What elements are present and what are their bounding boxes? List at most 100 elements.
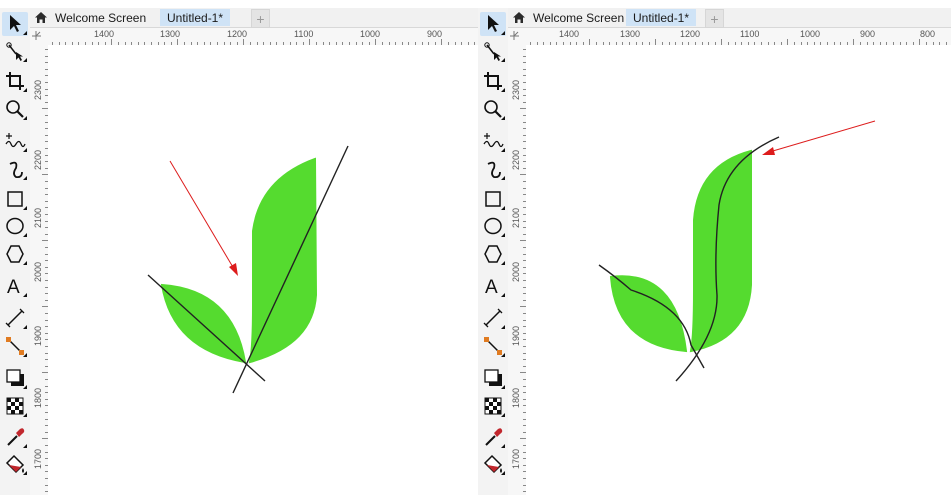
red-arrow xyxy=(169,160,238,275)
flyout-indicator-icon xyxy=(23,58,27,62)
flyout-indicator-icon xyxy=(23,233,27,237)
interactive-fill-button[interactable] xyxy=(2,452,28,476)
svg-text:A: A xyxy=(7,277,20,298)
transparency-button[interactable] xyxy=(480,394,506,418)
ruler-label: 1400 xyxy=(559,29,580,39)
connector-tool-button[interactable] xyxy=(2,334,28,358)
horizontal-ruler[interactable]: 1400 1300 1200 1100 1000 900 800 xyxy=(526,28,951,46)
ruler-label: 1300 xyxy=(160,29,181,39)
crop-tool-button[interactable] xyxy=(2,69,28,93)
ruler-label: 1700 xyxy=(511,448,521,469)
freehand-tool-button[interactable] xyxy=(480,129,506,153)
zoom-tool-button[interactable] xyxy=(2,97,28,121)
ruler-label: 1800 xyxy=(33,387,43,408)
flyout-indicator-icon xyxy=(501,88,505,92)
welcome-tab[interactable]: Welcome Screen xyxy=(30,9,150,26)
document-tab[interactable]: Untitled-1* xyxy=(160,9,231,26)
flyout-indicator-icon xyxy=(501,385,505,389)
short-leaf[interactable] xyxy=(160,283,247,364)
ruler-label: 2000 xyxy=(33,261,43,282)
welcome-tab[interactable]: Welcome Screen xyxy=(508,9,628,26)
ruler-origin[interactable] xyxy=(30,28,49,46)
flyout-indicator-icon xyxy=(23,31,27,35)
ruler-label: 900 xyxy=(860,29,876,39)
vertical-ruler[interactable]: 2300 2200 2100 2000 1900 1800 1700 xyxy=(508,45,527,495)
ruler-label: 2200 xyxy=(33,149,43,170)
ruler-label: 800 xyxy=(920,29,936,39)
document-tab[interactable]: Untitled-1* xyxy=(626,9,697,26)
flyout-indicator-icon xyxy=(501,58,505,62)
pick-tool-button[interactable] xyxy=(2,12,28,36)
flyout-indicator-icon xyxy=(501,233,505,237)
artistic-media-button[interactable] xyxy=(2,157,28,181)
ruler-label: 2300 xyxy=(511,79,521,100)
connector-tool-button[interactable] xyxy=(480,334,506,358)
ruler-label: 1000 xyxy=(360,29,381,39)
polygon-tool-button[interactable] xyxy=(2,242,28,266)
plus-icon: + xyxy=(256,10,265,27)
drop-shadow-button[interactable] xyxy=(480,366,506,390)
short-leaf-vein xyxy=(147,274,266,382)
flyout-indicator-icon xyxy=(23,471,27,475)
eyedropper-button[interactable] xyxy=(2,425,28,449)
parallel-dimension-button[interactable] xyxy=(480,306,506,330)
vertical-ruler[interactable]: 2300 2200 2100 2000 1900 1800 1700 xyxy=(30,45,49,495)
flyout-indicator-icon xyxy=(501,293,505,297)
flyout-indicator-icon xyxy=(23,261,27,265)
transparency-button[interactable] xyxy=(2,394,28,418)
red-arrow xyxy=(765,120,876,154)
left-window: A Welcome Screen Untitled-1* + 1400 1300 1… xyxy=(0,0,478,495)
ruler-label: 1900 xyxy=(33,325,43,346)
toolbox: A xyxy=(478,8,509,495)
zoom-tool-button[interactable] xyxy=(480,97,506,121)
flyout-indicator-icon xyxy=(23,385,27,389)
pick-tool-button[interactable] xyxy=(480,12,506,36)
ruler-label: 1200 xyxy=(680,29,701,39)
ruler-label: 2100 xyxy=(511,207,521,228)
ellipse-tool-button[interactable] xyxy=(480,214,506,238)
text-tool-button[interactable]: A xyxy=(2,274,28,298)
flyout-indicator-icon xyxy=(23,206,27,210)
home-icon xyxy=(35,12,47,23)
document-tab-bar: Welcome Screen Untitled-1* + xyxy=(30,8,478,28)
rectangle-tool-button[interactable] xyxy=(2,187,28,211)
drawing-canvas[interactable] xyxy=(526,45,951,495)
ruler-label: 2300 xyxy=(33,79,43,100)
add-tab-button[interactable]: + xyxy=(705,9,724,28)
flyout-indicator-icon xyxy=(23,176,27,180)
polygon-tool-button[interactable] xyxy=(480,242,506,266)
document-tab-label: Untitled-1* xyxy=(633,10,690,25)
ruler-origin[interactable] xyxy=(508,28,527,46)
shape-tool-button[interactable] xyxy=(2,39,28,63)
text-tool-button[interactable]: A xyxy=(480,274,506,298)
flyout-indicator-icon xyxy=(501,116,505,120)
horizontal-ruler[interactable]: 1400 1300 1200 1100 1000 900 xyxy=(48,28,478,46)
ruler-label: 1300 xyxy=(620,29,641,39)
right-window: A Welcome Screen Untitled-1* + 1400 1300 1… xyxy=(478,0,951,495)
artistic-media-button[interactable] xyxy=(480,157,506,181)
rectangle-tool-button[interactable] xyxy=(480,187,506,211)
welcome-tab-label: Welcome Screen xyxy=(533,10,625,25)
flyout-indicator-icon xyxy=(501,148,505,152)
ruler-label: 2200 xyxy=(511,149,521,170)
drawing-canvas[interactable] xyxy=(48,45,478,495)
tall-leaf[interactable] xyxy=(248,157,318,364)
crop-tool-button[interactable] xyxy=(480,69,506,93)
ellipse-tool-button[interactable] xyxy=(2,214,28,238)
flyout-indicator-icon xyxy=(23,293,27,297)
interactive-fill-button[interactable] xyxy=(480,452,506,476)
flyout-indicator-icon xyxy=(501,471,505,475)
flyout-indicator-icon xyxy=(501,206,505,210)
drop-shadow-button[interactable] xyxy=(2,366,28,390)
shape-tool-button[interactable] xyxy=(480,39,506,63)
ruler-label: 1100 xyxy=(740,29,760,39)
parallel-dimension-button[interactable] xyxy=(2,306,28,330)
add-tab-button[interactable]: + xyxy=(251,9,270,28)
eyedropper-button[interactable] xyxy=(480,425,506,449)
freehand-tool-button[interactable] xyxy=(2,129,28,153)
flyout-indicator-icon xyxy=(23,444,27,448)
flyout-indicator-icon xyxy=(23,116,27,120)
flyout-indicator-icon xyxy=(23,148,27,152)
tall-leaf[interactable] xyxy=(689,149,752,353)
flyout-indicator-icon xyxy=(501,413,505,417)
